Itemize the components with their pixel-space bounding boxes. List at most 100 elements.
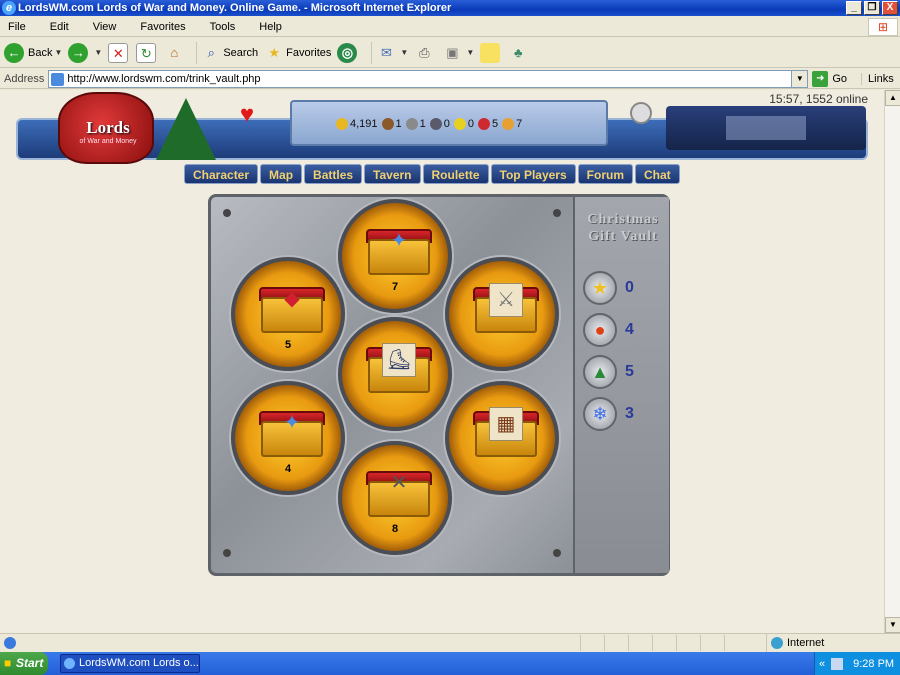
chest-slot-sword[interactable]: ⚔: [445, 257, 559, 371]
address-dropdown-icon[interactable]: ▼: [791, 70, 808, 87]
tray-expand-icon[interactable]: «: [819, 658, 825, 670]
forward-dropdown-icon[interactable]: ▼: [94, 48, 102, 57]
address-input[interactable]: http://www.lordswm.com/trink_vault.php ▼: [48, 69, 809, 88]
mercury-icon: [429, 118, 442, 130]
nav-battles[interactable]: Battles: [304, 164, 363, 184]
gems-icon: ✦: [283, 412, 301, 434]
resource-ore: 1: [405, 118, 426, 130]
status-cell: [628, 635, 652, 651]
tree-icon[interactable]: ▲: [583, 355, 617, 389]
menu-view[interactable]: View: [89, 21, 121, 33]
menu-favorites[interactable]: Favorites: [136, 21, 189, 33]
chest-slot-boots[interactable]: ⛸: [338, 317, 452, 431]
page-status-icon: [4, 636, 16, 649]
gift-vault: Christmas Gift Vault ✦ 7 ◆ 5 ⚔ ⛸ ✦ 4 ▦ ✕…: [208, 194, 670, 576]
gold-icon: [336, 118, 348, 130]
nav-tavern[interactable]: Tavern: [364, 164, 421, 184]
back-dropdown-icon[interactable]: ▼: [54, 48, 62, 57]
vault-bolt: [553, 549, 561, 557]
gems-icon: ✦: [390, 230, 408, 252]
vault-bolt: [553, 209, 561, 217]
minimize-button[interactable]: _: [846, 1, 862, 15]
mail-dropdown-icon[interactable]: ▼: [400, 48, 408, 57]
stop-button[interactable]: ✕: [108, 40, 130, 66]
browser-toolbar: ← Back ▼ → ▼ ✕ ↻ ⌂ ⌕ Search ★ Favorites …: [0, 38, 900, 68]
game-logo: Lords: [86, 118, 130, 137]
back-button[interactable]: ← Back ▼: [4, 40, 62, 66]
taskbar-ie-window[interactable]: LordsWM.com Lords o...: [60, 654, 200, 673]
restore-button[interactable]: ❐: [864, 1, 880, 15]
prize-count: 4: [625, 321, 634, 338]
media-button[interactable]: ◎: [337, 40, 361, 66]
messenger-icon: ♣: [514, 44, 523, 60]
ie-icon: e: [2, 1, 16, 15]
crystal-icon: ◆: [284, 288, 300, 310]
prize-count: 3: [625, 405, 634, 422]
resources-panel: 4,191 1 1 0 0 5 7: [290, 100, 608, 146]
resource-gems: 7: [502, 118, 522, 130]
snowflake-icon[interactable]: ❄: [583, 397, 617, 431]
home-button[interactable]: ⌂: [164, 40, 186, 66]
prize-lantern: ● 4: [583, 313, 634, 347]
menu-file[interactable]: File: [4, 21, 30, 33]
chest-slot-gems-left[interactable]: ✦ 4: [231, 381, 345, 495]
menu-edit[interactable]: Edit: [46, 21, 73, 33]
star-icon[interactable]: ★: [583, 271, 617, 305]
menu-help[interactable]: Help: [255, 21, 286, 33]
print-icon: ⎙: [419, 44, 430, 60]
search-label: Search: [223, 46, 259, 59]
vault-title: Christmas Gift Vault: [587, 212, 659, 244]
nav-chat[interactable]: Chat: [635, 164, 680, 184]
refresh-button[interactable]: ↻: [136, 40, 158, 66]
chest-slot-crossed-swords[interactable]: ✕ 8: [338, 441, 452, 555]
discuss-button[interactable]: [480, 40, 502, 66]
nav-roulette[interactable]: Roulette: [422, 164, 489, 184]
chest-slot-vest[interactable]: ▦: [445, 381, 559, 495]
vertical-scrollbar[interactable]: ▲ ▼: [884, 90, 900, 633]
game-logo-subtitle: of War and Money: [79, 138, 137, 145]
go-button[interactable]: ➜ Go: [812, 70, 847, 87]
forward-button[interactable]: → ▼: [68, 40, 102, 66]
start-button[interactable]: Start: [0, 652, 48, 675]
mail-icon: ✉: [380, 44, 392, 60]
page-icon: [51, 72, 65, 86]
nav-character[interactable]: Character: [184, 164, 259, 184]
window-title: LordsWM.com Lords of War and Money. Onli…: [18, 2, 452, 14]
mail-button[interactable]: ✉ ▼: [376, 40, 408, 66]
stop-icon: ✕: [108, 42, 129, 63]
links-button[interactable]: Links: [861, 72, 894, 85]
chest-slot-crystal[interactable]: ◆ 5: [231, 257, 345, 371]
prize-tree: ▲ 5: [583, 355, 634, 389]
messenger-button[interactable]: ♣: [508, 40, 530, 66]
prize-snowflake: ❄ 3: [583, 397, 634, 431]
nav-map[interactable]: Map: [260, 164, 303, 184]
edit-dropdown-icon[interactable]: ▼: [466, 48, 474, 57]
watch-icon[interactable]: [630, 102, 652, 124]
menu-bar: File Edit View Favorites Tools Help: [0, 17, 900, 37]
menu-tools[interactable]: Tools: [206, 21, 240, 33]
status-cell: [604, 635, 628, 651]
globe-icon: [771, 637, 783, 649]
taskbar: Start LordsWM.com Lords o... « 9:28 PM: [0, 652, 900, 675]
close-button[interactable]: X: [882, 1, 898, 15]
network-icon[interactable]: [831, 657, 844, 670]
crossed-swords-icon: ✕: [390, 472, 408, 494]
nav-forum[interactable]: Forum: [577, 164, 633, 184]
prize-star: ★ 0: [583, 271, 634, 305]
search-button[interactable]: ⌕ Search: [201, 40, 259, 66]
favorites-button[interactable]: ★ Favorites: [264, 40, 331, 66]
edit-button[interactable]: ▣ ▼: [442, 40, 474, 66]
windows-flag-icon: ⊞: [868, 18, 898, 36]
system-tray: « 9:28 PM: [814, 652, 900, 675]
boots-icon: ⛸: [382, 343, 416, 377]
nav-top-players[interactable]: Top Players: [490, 164, 576, 184]
scroll-down-icon[interactable]: ▼: [885, 617, 900, 633]
chest-slot-gems-top[interactable]: ✦ 7: [338, 199, 452, 313]
scroll-up-icon[interactable]: ▲: [885, 90, 900, 106]
notes-icon: [480, 42, 501, 63]
print-button[interactable]: ⎙: [414, 40, 436, 66]
lantern-icon[interactable]: ●: [583, 313, 617, 347]
status-bar: Internet: [0, 633, 900, 652]
prize-count: 5: [625, 363, 634, 380]
back-label: Back: [28, 46, 53, 59]
